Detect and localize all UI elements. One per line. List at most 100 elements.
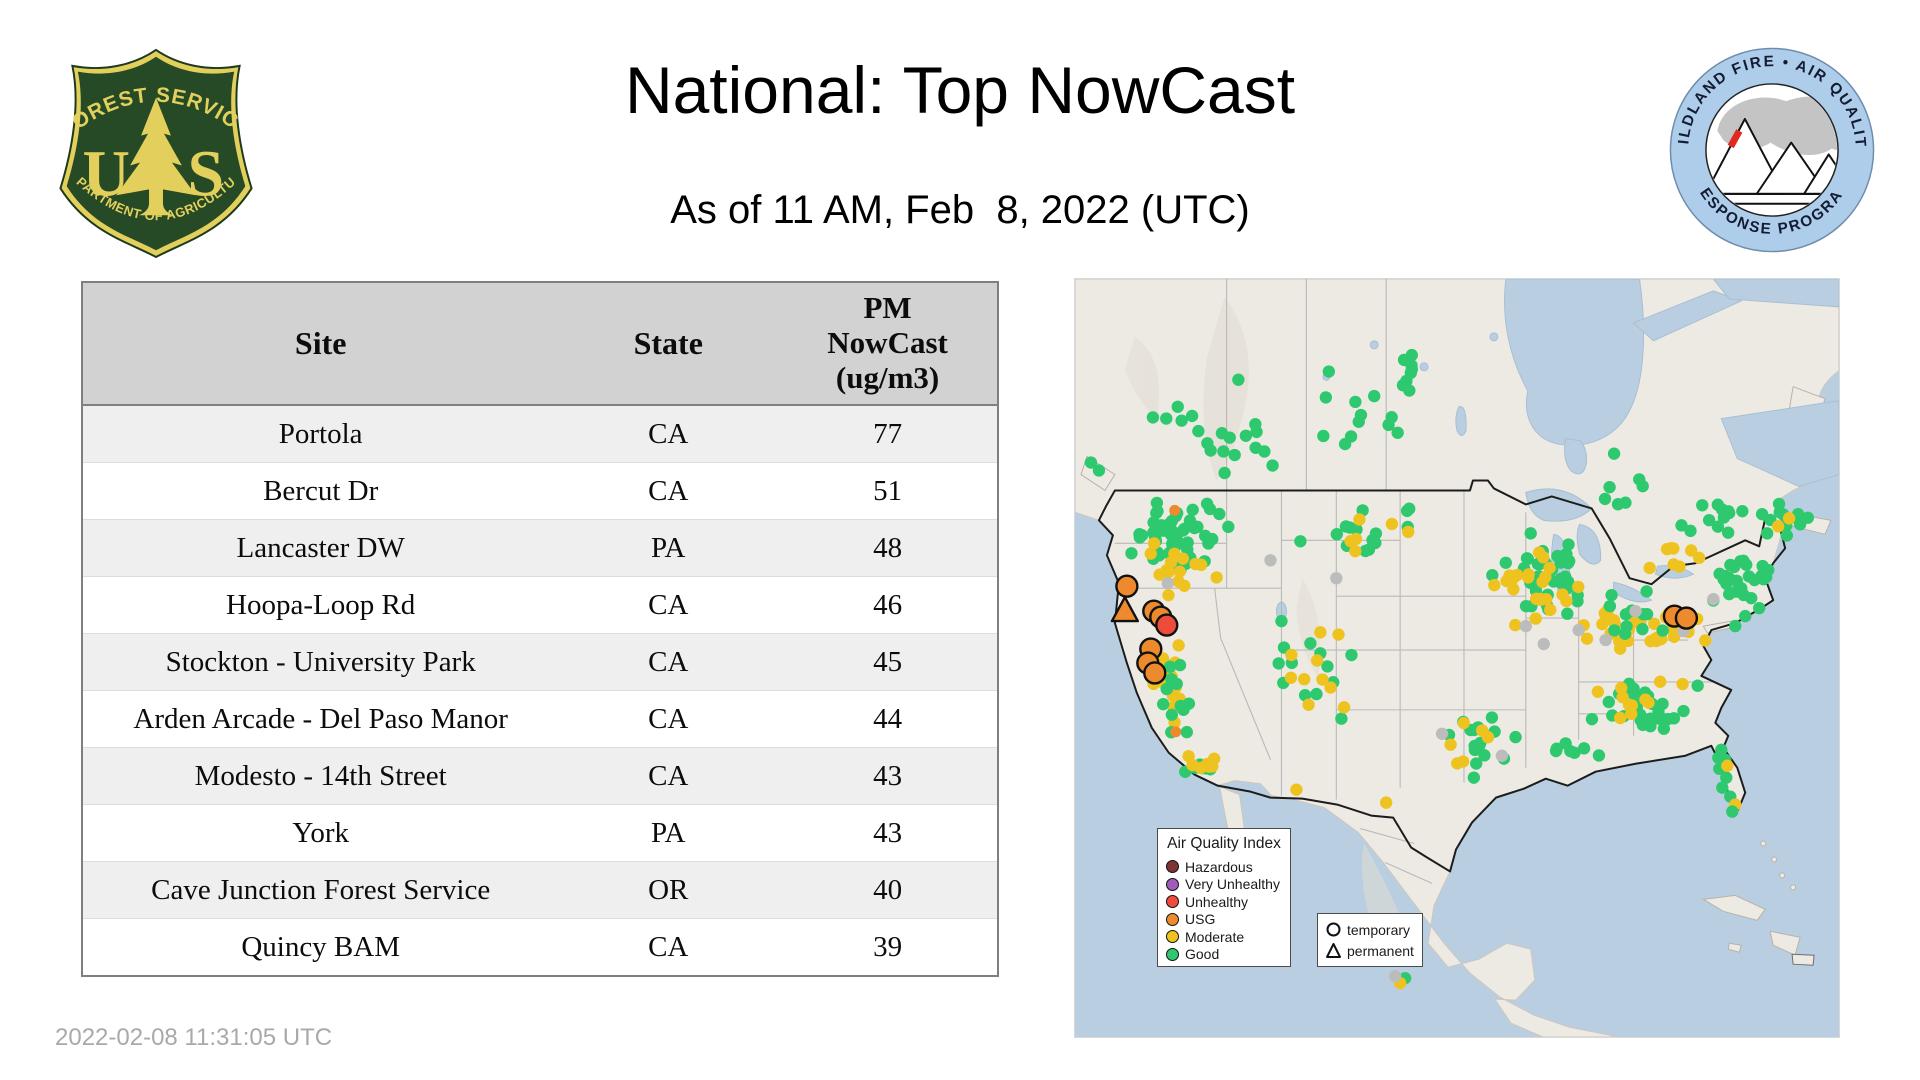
aqi-dot-good: [1133, 528, 1146, 541]
aqi-dot-usg: [1169, 504, 1181, 516]
aqi-dot-good: [1168, 534, 1182, 548]
cell-value: 43: [778, 747, 998, 805]
aqi-legend-label: Unhealthy: [1185, 893, 1249, 910]
aqi-dot-good: [1188, 521, 1201, 535]
cell-state: CA: [558, 462, 779, 520]
aqi-dot-good: [1201, 437, 1214, 450]
aqi-dot-good: [1640, 608, 1654, 621]
aqi-dot-moderate: [1385, 517, 1399, 531]
aqi-dot-good: [1640, 585, 1653, 598]
page-subtitle: As of 11 AM, Feb 8, 2022 (UTC): [670, 188, 1250, 232]
legend-row-permanent: permanent: [1325, 940, 1415, 961]
aqi-legend-label: USG: [1185, 911, 1216, 928]
cell-site: Hoopa-Loop Rd: [82, 576, 559, 634]
aqi-dot-good: [1722, 571, 1736, 585]
aqi-dot-gray: [1495, 749, 1509, 762]
aqi-dot-good: [1618, 627, 1632, 640]
aqi-dot-good: [1317, 429, 1330, 443]
aqi-dot-moderate: [1172, 639, 1185, 652]
aqi-swatch-icon: [1166, 930, 1179, 944]
aqi-dot-moderate: [1771, 520, 1785, 533]
aqi-dot-good: [1712, 751, 1725, 764]
cell-state: CA: [558, 747, 779, 805]
aqi-dot-gray: [1629, 604, 1642, 618]
aqi-dot-moderate: [1521, 571, 1535, 584]
aqi-dot-gray: [1572, 623, 1585, 637]
aqi-dot-moderate: [1457, 716, 1470, 730]
cell-state: PA: [558, 519, 779, 577]
aqi-legend-label: Very Unhealthy: [1185, 876, 1280, 893]
table-row: Quincy BAM CA 39: [82, 918, 998, 976]
aqi-dot-gray: [1599, 633, 1612, 647]
cell-value: 39: [778, 918, 998, 976]
aqi-dot-good: [1215, 427, 1229, 440]
aqi-dot-good: [1745, 591, 1758, 605]
aqi-dot-moderate: [1543, 561, 1556, 575]
aqi-dot-good: [1322, 365, 1336, 378]
table-row: Hoopa-Loop Rd CA 46: [82, 576, 998, 634]
aqi-dot-moderate: [1536, 551, 1550, 564]
aqi-dot-good: [1605, 588, 1618, 602]
table-row: Modesto - 14th Street CA 43: [82, 747, 998, 805]
aqi-dot-good: [1335, 712, 1348, 725]
aqi-dot-moderate: [1544, 603, 1557, 617]
cell-state: CA: [558, 576, 779, 634]
legend-label-permanent: permanent: [1347, 942, 1414, 959]
table-row: Cave Junction Forest Service OR 40: [82, 861, 998, 919]
aqi-dot-good: [1577, 742, 1591, 755]
cell-site: Quincy BAM: [82, 918, 559, 976]
aqi-dot-gray: [1264, 554, 1277, 567]
aqi-dot-good: [1696, 499, 1709, 512]
aqi-dot-good: [1485, 711, 1499, 724]
page-title: National: Top NowCast: [624, 53, 1296, 127]
aqi-dot-good: [1304, 637, 1317, 650]
aqi-legend: Air Quality Index Hazardous Very Unhealth…: [1157, 828, 1291, 967]
aqi-dot-good: [1729, 619, 1742, 633]
aqi-dot-good: [1228, 448, 1241, 462]
aqi-dot-good: [1499, 556, 1512, 569]
col-header-state: State: [558, 282, 779, 406]
aqi-dot-moderate: [1290, 783, 1303, 796]
aqi-dot-good: [1186, 503, 1199, 516]
aqi-dot-good: [1740, 558, 1753, 571]
aqi-dot-good: [1160, 412, 1173, 425]
aqi-dot-good: [1558, 549, 1571, 562]
marker-type-legend: temporary permanent: [1317, 913, 1423, 967]
aqi-dot-good: [1677, 704, 1690, 718]
aqi-dot-good: [1396, 379, 1410, 392]
aqi-swatch-icon: [1166, 895, 1179, 909]
aqi-dot-good: [1339, 520, 1353, 533]
aqi-dot-good: [1793, 518, 1807, 531]
aqi-dot-good: [1762, 563, 1775, 577]
aqi-dot-good: [1344, 430, 1358, 443]
aqi-dot-moderate: [1676, 677, 1689, 691]
aqi-dot-good: [1467, 771, 1481, 784]
aqi-dot-good: [1232, 373, 1245, 386]
aqi-dot-good: [1354, 408, 1368, 422]
aqi-dot-good: [1780, 529, 1794, 542]
aqi-dot-good: [1403, 502, 1416, 515]
cell-state: CA: [558, 690, 779, 748]
aqi-dot-good: [1266, 459, 1279, 472]
aqi-dot-good: [1602, 695, 1615, 709]
legend-row-temporary: temporary: [1325, 919, 1415, 940]
aqi-dot-good: [1310, 687, 1323, 701]
aqi-dot-moderate: [1182, 749, 1195, 763]
cell-site: Stockton - University Park: [82, 633, 559, 691]
table-row: York PA 43: [82, 804, 998, 862]
top-site-marker-circle: [1143, 661, 1167, 685]
cell-value: 51: [778, 462, 998, 520]
table-header-row: Site State PM NowCast (ug/m3): [82, 282, 998, 406]
aqi-dot-good: [1722, 587, 1736, 601]
aqi-legend-item: Moderate: [1166, 928, 1282, 946]
aqi-legend-title: Air Quality Index: [1167, 835, 1281, 852]
aqi-dot-good: [1509, 730, 1522, 744]
aqi-dot-moderate: [1284, 671, 1298, 684]
aqi-dot-usg: [1170, 726, 1182, 738]
aqi-dot-moderate: [1202, 760, 1216, 773]
aqi-dot-moderate: [1560, 594, 1573, 608]
aqi-dot-moderate: [1684, 544, 1698, 557]
aqi-dot-good: [1753, 601, 1766, 615]
cell-value: 48: [778, 519, 998, 577]
aqi-dot-good: [1217, 445, 1230, 458]
